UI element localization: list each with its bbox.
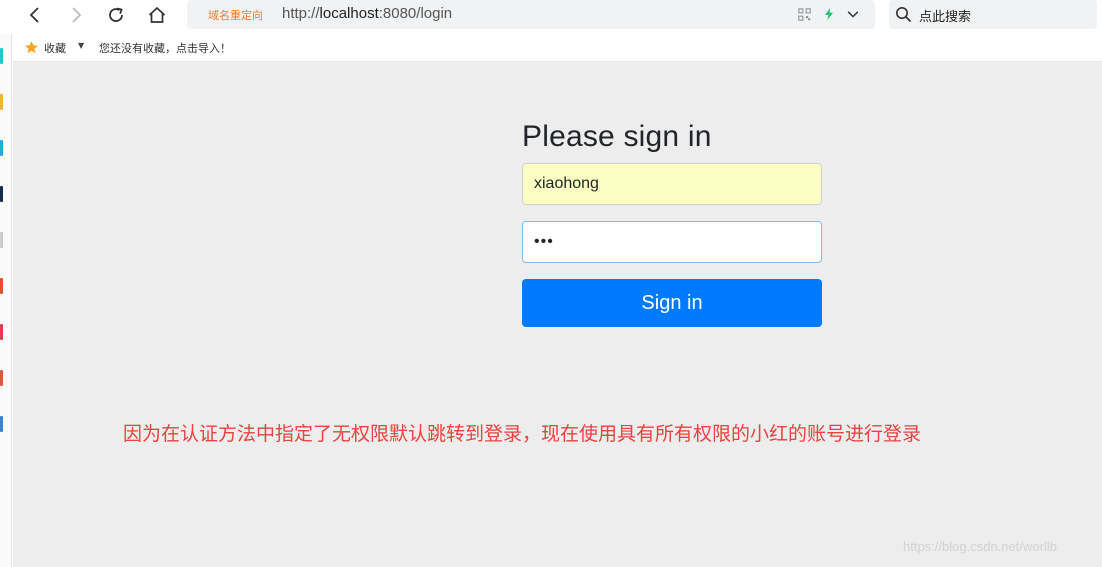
search-icon <box>896 7 912 23</box>
address-bar[interactable]: 域名重定向 http://localhost:8080/login <box>187 0 875 29</box>
bookmarks-empty-message[interactable]: 您还没有收藏，点击导入！ <box>99 40 231 56</box>
browser-toolbar: 域名重定向 http://localhost:8080/login 点此搜索 <box>0 0 1102 34</box>
side-item-marker[interactable] <box>0 186 3 202</box>
url-scheme: http:// <box>282 5 320 22</box>
annotation-text: 因为在认证方法中指定了无权限默认跳转到登录，现在使用具有所有权限的小红的账号进行… <box>123 423 922 445</box>
caret-down-icon[interactable]: ▼ <box>78 41 84 50</box>
redirect-tag[interactable]: 域名重定向 <box>208 7 263 23</box>
chevron-down-icon[interactable] <box>845 6 861 22</box>
side-item-marker[interactable] <box>0 416 3 432</box>
side-item-marker[interactable] <box>0 48 3 64</box>
bookmarks-bar: 收藏 ▼ 您还没有收藏，点击导入！ <box>12 34 1102 62</box>
chevron-left-icon <box>29 7 39 23</box>
bookmarks-label[interactable]: 收藏 <box>44 40 66 56</box>
side-item-marker[interactable] <box>0 232 3 248</box>
star-icon[interactable] <box>24 40 39 55</box>
search-box[interactable]: 点此搜索 <box>889 0 1097 29</box>
side-item-marker[interactable] <box>0 94 3 110</box>
side-item-marker[interactable] <box>0 324 3 340</box>
search-placeholder: 点此搜索 <box>919 10 972 25</box>
qr-code-icon[interactable] <box>796 6 812 22</box>
watermark: https://blog.csdn.net/worllb <box>903 539 1057 554</box>
side-item-marker[interactable] <box>0 278 3 294</box>
page-content: Please sign in Sign in 因为在认证方法中指定了无权限默认跳… <box>13 62 1102 567</box>
side-item-marker[interactable] <box>0 140 3 156</box>
forward-button[interactable] <box>61 2 91 28</box>
page-title: Please sign in <box>522 120 712 153</box>
reload-icon <box>109 7 123 22</box>
username-input[interactable] <box>522 163 822 205</box>
home-icon <box>148 6 166 23</box>
url-text[interactable]: http://localhost:8080/login <box>282 5 452 22</box>
chevron-right-icon <box>72 7 82 23</box>
password-input[interactable] <box>522 221 822 263</box>
side-item-marker[interactable] <box>0 370 3 386</box>
url-rest: :8080/login <box>378 5 453 22</box>
side-panel-strip <box>0 34 12 567</box>
reload-button[interactable] <box>101 2 131 28</box>
back-button[interactable] <box>20 2 50 28</box>
url-host: localhost <box>319 5 379 22</box>
home-button[interactable] <box>142 2 172 28</box>
lightning-icon[interactable] <box>821 6 837 22</box>
sign-in-button[interactable]: Sign in <box>522 279 822 327</box>
